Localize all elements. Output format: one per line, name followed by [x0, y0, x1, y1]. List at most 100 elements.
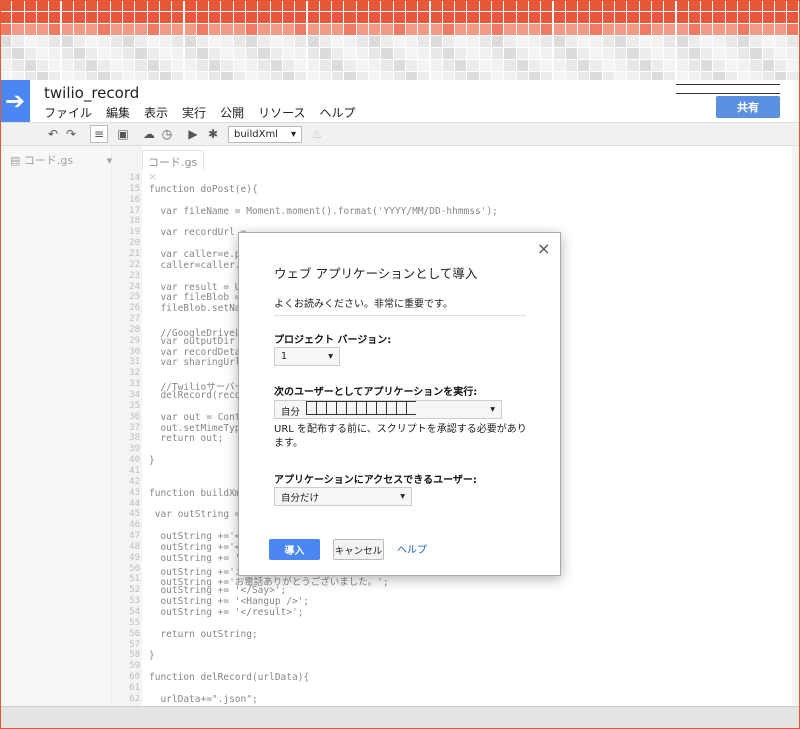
grid-cell	[590, 48, 602, 59]
grid-cell	[430, 24, 442, 35]
grid-cell	[553, 60, 565, 71]
chevron-down-icon: ▾	[490, 404, 495, 415]
grid-cell	[541, 48, 553, 59]
chevron-down-icon: ▾	[328, 351, 333, 362]
menu-help[interactable]: ヘルプ	[319, 104, 355, 121]
grid-cell	[725, 72, 737, 80]
dialog-note: よくお読みください。非常に重要です。	[274, 299, 453, 310]
cloud-icon[interactable]: ☁	[140, 125, 158, 143]
grid-cell	[590, 24, 602, 35]
grid-cell	[479, 24, 491, 35]
grid-cell	[664, 36, 676, 47]
close-icon[interactable]: ×	[537, 239, 550, 258]
share-button[interactable]: 共有	[716, 96, 780, 118]
user-signature-redacted	[676, 84, 780, 94]
grid-cell	[49, 48, 61, 59]
grid-cell	[36, 60, 49, 71]
undo-icon[interactable]: ↶	[44, 125, 62, 143]
grid-cell	[467, 12, 479, 23]
grid-cell	[774, 72, 787, 80]
grid-cell	[12, 12, 24, 23]
grid-cell	[36, 0, 49, 11]
cancel-button[interactable]: キャンセル	[333, 539, 384, 560]
grid-cell	[664, 0, 676, 11]
grid-cell	[344, 12, 356, 23]
grid-cell	[688, 0, 701, 11]
menu-file[interactable]: ファイル	[44, 104, 92, 121]
grid-cell	[565, 48, 578, 59]
grid-cell	[553, 24, 565, 35]
grid-cell	[541, 60, 553, 71]
grid-cell	[233, 36, 245, 47]
menu-view[interactable]: 表示	[144, 104, 168, 121]
grid-cell	[98, 0, 110, 11]
grid-cell	[258, 60, 270, 71]
help-link[interactable]: ヘルプ	[397, 541, 427, 556]
grid-cell	[578, 72, 590, 80]
grid-cell	[24, 72, 36, 80]
grid-cell	[393, 60, 405, 71]
grid-cell	[725, 12, 737, 23]
grid-cell	[701, 72, 713, 80]
grid-cell	[196, 72, 209, 80]
run-icon[interactable]: ▶	[184, 125, 202, 143]
grid-cell	[196, 24, 209, 35]
grid-cell	[688, 24, 701, 35]
grid-cell	[0, 48, 12, 59]
grid-cell	[110, 48, 122, 59]
grid-cell	[578, 60, 590, 71]
save-icon[interactable]: ▣	[114, 125, 132, 143]
project-title[interactable]: twilio_record	[44, 84, 139, 102]
grid-cell	[36, 12, 49, 23]
grid-cell	[184, 36, 196, 47]
grid-cell	[209, 60, 221, 71]
access-select[interactable]: 自分だけ ▾	[274, 487, 412, 506]
grid-cell	[430, 48, 442, 59]
grid-cell	[209, 36, 221, 47]
grid-cell	[172, 72, 184, 80]
menu-edit[interactable]: 編集	[106, 104, 130, 121]
grid-cell	[381, 48, 393, 59]
grid-cell	[172, 0, 184, 11]
grid-cell	[73, 0, 86, 11]
grid-cell	[578, 0, 590, 11]
grid-cell	[405, 60, 418, 71]
indent-icon[interactable]: ≡	[90, 125, 108, 143]
clock-trigger-icon[interactable]: ◷	[158, 125, 176, 143]
grid-cell	[258, 36, 270, 47]
grid-cell	[528, 24, 541, 35]
grid-cell	[762, 24, 774, 35]
grid-cell	[381, 24, 393, 35]
grid-cell	[110, 60, 122, 71]
grid-cell	[528, 60, 541, 71]
grid-cell	[270, 48, 282, 59]
grid-cell	[98, 48, 110, 59]
grid-cell	[233, 72, 245, 80]
menu-resources[interactable]: リソース	[258, 104, 305, 121]
grid-cell	[147, 60, 159, 71]
grid-cell	[651, 60, 664, 71]
grid-cell	[676, 36, 688, 47]
grid-cell	[738, 60, 750, 71]
lightbulb-icon[interactable]: ♨	[308, 125, 326, 143]
grid-cell	[49, 72, 61, 80]
grid-cell	[738, 24, 750, 35]
grid-cell	[332, 36, 344, 47]
grid-cell	[369, 48, 381, 59]
function-select[interactable]: buildXml ▾	[228, 126, 302, 143]
apps-script-logo-icon[interactable]: ➔	[0, 80, 30, 122]
run-as-select[interactable]: 自分 ▾	[274, 400, 502, 419]
grid-cell	[738, 72, 750, 80]
menu-run[interactable]: 実行	[182, 104, 206, 121]
auth-text: URL を配布する前に、スクリプトを承認する必要があります。	[274, 424, 527, 449]
grid-cell	[319, 12, 332, 23]
grid-cell	[332, 24, 344, 35]
grid-cell	[344, 72, 356, 80]
deploy-button[interactable]: 導入	[269, 539, 320, 560]
redo-icon[interactable]: ↷	[62, 125, 80, 143]
grid-cell	[688, 60, 701, 71]
debug-bug-icon[interactable]: ✱	[204, 125, 222, 143]
menu-publish[interactable]: 公開	[220, 104, 244, 121]
project-version-select[interactable]: 1 ▾	[274, 347, 340, 366]
grid-cell	[159, 36, 172, 47]
